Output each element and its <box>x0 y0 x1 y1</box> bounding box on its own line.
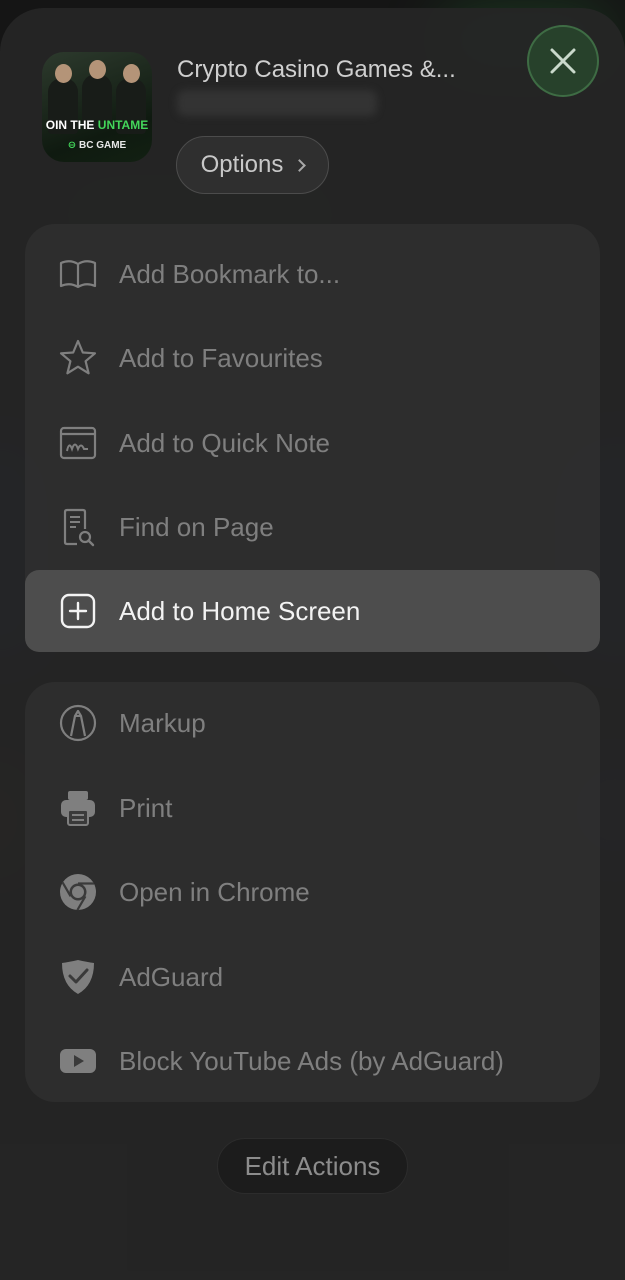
action-label: Add to Quick Note <box>119 427 330 458</box>
action-label: Open in Chrome <box>119 876 310 907</box>
close-icon <box>550 48 576 74</box>
actions-group-primary: Add Bookmark to... Add to Favourites Add… <box>25 224 600 652</box>
action-find-on-page[interactable]: Find on Page <box>25 486 600 568</box>
share-sheet: OIN THE UNTAME ⊖ BC GAME Crypto Casino G… <box>0 8 625 1280</box>
action-add-bookmark[interactable]: Add Bookmark to... <box>25 233 600 315</box>
action-label: Print <box>119 792 173 823</box>
action-label: Block YouTube Ads (by AdGuard) <box>119 1045 504 1076</box>
plus-square-icon <box>58 591 98 631</box>
chevron-right-icon <box>293 158 307 172</box>
action-print[interactable]: Print <box>25 767 600 849</box>
site-subtitle-blurred <box>177 90 377 116</box>
thumbnail-logo-text: BC GAME <box>78 140 127 151</box>
find-document-icon <box>58 507 98 547</box>
action-label: Add Bookmark to... <box>119 258 341 289</box>
action-label: Markup <box>119 707 206 738</box>
action-label: Add to Home Screen <box>119 595 361 626</box>
action-adguard[interactable]: AdGuard <box>25 936 600 1018</box>
action-label: AdGuard <box>119 961 224 992</box>
site-title: Crypto Casino Games &... <box>177 56 456 83</box>
site-thumbnail: OIN THE UNTAME ⊖ BC GAME <box>42 52 152 162</box>
printer-icon <box>58 788 98 828</box>
book-icon <box>58 254 98 294</box>
shield-check-icon <box>58 957 98 997</box>
action-markup[interactable]: Markup <box>25 682 600 764</box>
bc-logo-icon: ⊖ <box>67 140 77 151</box>
action-add-quick-note[interactable]: Add to Quick Note <box>25 402 600 484</box>
thumbnail-logo: ⊖ BC GAME <box>42 140 152 151</box>
star-icon <box>58 338 98 378</box>
edit-actions-button[interactable]: Edit Actions <box>217 1138 408 1194</box>
action-label: Find on Page <box>119 511 274 542</box>
action-open-in-chrome[interactable]: Open in Chrome <box>25 851 600 933</box>
options-label: Options <box>200 151 284 178</box>
thumbnail-banner-prefix: OIN THE <box>45 118 98 132</box>
close-button[interactable] <box>527 25 599 97</box>
action-label: Add to Favourites <box>119 342 323 373</box>
markup-pen-icon <box>58 703 98 743</box>
actions-group-secondary: Markup Print Open in Chrome AdGuard Bloc… <box>25 682 600 1102</box>
chrome-icon <box>58 872 98 912</box>
thumbnail-banner-highlight: UNTAME <box>97 118 149 132</box>
action-block-youtube-ads[interactable]: Block YouTube Ads (by AdGuard) <box>25 1020 600 1102</box>
action-add-to-home-screen[interactable]: Add to Home Screen <box>25 570 600 652</box>
action-add-favourites[interactable]: Add to Favourites <box>25 317 600 399</box>
share-sheet-header: OIN THE UNTAME ⊖ BC GAME Crypto Casino G… <box>0 8 625 218</box>
thumbnail-banner-text: OIN THE UNTAME <box>42 118 152 132</box>
options-button[interactable]: Options <box>176 136 329 194</box>
youtube-icon <box>58 1041 98 1081</box>
quick-note-icon <box>58 423 98 463</box>
